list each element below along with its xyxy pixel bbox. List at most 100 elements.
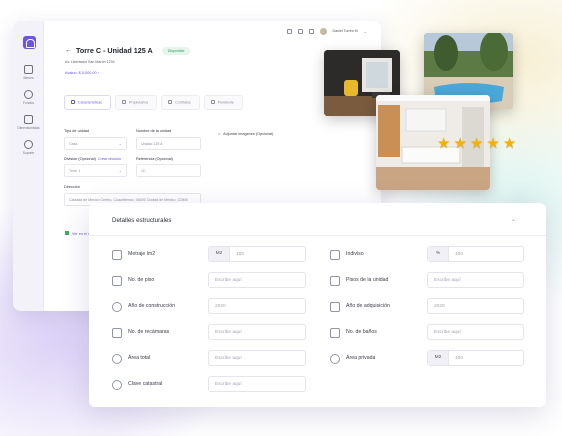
crear-division-link[interactable]: Crear división xyxy=(98,157,121,161)
tab-pendiente[interactable]: Pendiente xyxy=(203,95,243,110)
indiviso-value: 100 xyxy=(455,252,464,257)
chevron-down-icon: ⌄ xyxy=(118,141,122,146)
piso-label: No. de piso xyxy=(128,277,155,283)
page-title: Torre C - Unidad 125 A xyxy=(76,46,153,55)
chevron-right-icon: › xyxy=(97,71,99,75)
recamaras-label: No. de recámaras xyxy=(128,329,170,335)
tab-bar: Características Propietarios Contratos P… xyxy=(64,95,243,110)
area-privada-value: 100 xyxy=(455,356,464,361)
sidebar: Bienes Fondos Dimensionistas Soporte xyxy=(13,21,44,311)
divider xyxy=(89,235,546,236)
unit-label: % xyxy=(428,247,449,261)
star-icon: ★ xyxy=(486,135,500,152)
sidebar-item-label: Bienes xyxy=(23,76,34,80)
pisos-unidad-input[interactable]: Escribe aquí xyxy=(427,272,524,288)
referencia-input[interactable]: 1C xyxy=(136,164,201,177)
chevron-down-icon[interactable]: ⌄ xyxy=(511,216,516,223)
tab-caracteristicas[interactable]: Características xyxy=(64,95,111,110)
bath-icon xyxy=(330,328,340,338)
building-icon xyxy=(24,65,33,74)
attach-images[interactable]: ⌕ Adjuntar imagenes (Opcional) xyxy=(218,132,273,136)
price-text: Avaluo: $ 5,500.00 xyxy=(65,71,97,75)
floors-icon xyxy=(112,276,122,286)
direccion-label: Dirección xyxy=(64,185,80,189)
metraje-label: Metraje lm2 xyxy=(128,251,156,257)
sidebar-item-fondos[interactable]: Fondos xyxy=(13,90,44,105)
tipo-value: Casa xyxy=(69,142,78,146)
hammer-icon xyxy=(112,302,122,312)
indiviso-label: Indiviso xyxy=(346,251,364,257)
clave-label: Clave catastral xyxy=(128,381,163,387)
metraje-value: 100 xyxy=(236,252,245,257)
star-icon: ★ xyxy=(469,135,484,152)
clave-input[interactable]: Escribe aquí xyxy=(208,376,306,392)
indiviso-input[interactable]: % 100 xyxy=(427,246,524,262)
piso-input[interactable]: Escribe aquí xyxy=(208,272,306,288)
area-privada-label: Área privada xyxy=(346,355,376,361)
pisos-unidad-label: Pisos de la unidad xyxy=(346,277,389,283)
division-label: División (Opcional) Crear división xyxy=(64,157,121,161)
unit-label: M2 xyxy=(209,247,230,261)
info-icon xyxy=(71,100,75,104)
area-total-input[interactable]: Escribe aquí xyxy=(208,350,306,366)
map-icon xyxy=(65,231,69,235)
adquisicion-input[interactable]: 2020 xyxy=(427,298,524,314)
construccion-label: Año de construcción xyxy=(128,303,176,309)
rating-stars: ★ ★ ★ ★ ★ xyxy=(437,136,516,151)
tab-label: Pendiente xyxy=(217,100,234,105)
app-logo-icon xyxy=(23,36,36,49)
sidebar-item-dimensionistas[interactable]: Dimensionistas xyxy=(13,115,44,130)
tab-label: Características xyxy=(78,100,102,105)
recamaras-input[interactable]: Escribe aquí xyxy=(208,324,306,340)
attach-label: Adjuntar imagenes (Opcional) xyxy=(223,132,274,136)
house-icon xyxy=(112,354,122,364)
tab-label: Propietarios xyxy=(128,100,149,105)
tab-propietarios[interactable]: Propietarios xyxy=(114,95,158,110)
nombre-input[interactable]: Unidad 125 A xyxy=(136,137,201,150)
paperclip-icon: ⌕ xyxy=(218,132,221,136)
sidebar-item-label: Soporte xyxy=(22,151,35,155)
adquisicion-label: Año de adquisición xyxy=(346,303,390,309)
area-total-label: Área total xyxy=(128,355,151,361)
sidebar-item-label: Fondos xyxy=(23,101,34,105)
headset-icon xyxy=(24,140,33,149)
price-link[interactable]: Avaluo: $ 5,500.00 › xyxy=(65,71,99,75)
back-arrow-icon[interactable]: ← xyxy=(65,47,72,54)
banos-input[interactable]: Escribe aquí xyxy=(427,324,524,340)
construccion-input[interactable]: 2020 xyxy=(208,298,306,314)
tab-label: Contratos xyxy=(175,100,191,105)
metraje-input[interactable]: M2 100 xyxy=(208,246,306,262)
division-label-text: División (Opcional) xyxy=(64,157,96,161)
tipo-select[interactable]: Casa ⌄ xyxy=(64,137,127,150)
tab-contratos[interactable]: Contratos xyxy=(161,95,200,110)
area-privada-input[interactable]: M2 100 xyxy=(427,350,524,366)
unit-address: Av. Libertador San Martín 1234 xyxy=(65,60,115,64)
ruler-icon xyxy=(112,250,122,260)
handshake-icon xyxy=(330,302,340,312)
grid-icon xyxy=(330,250,340,260)
nombre-label: Nombre de la unidad xyxy=(136,129,172,133)
stairs-icon xyxy=(330,276,340,286)
sidebar-item-soporte[interactable]: Soporte xyxy=(13,140,44,155)
document-icon xyxy=(168,100,173,104)
tipo-label: Tipo de unidad xyxy=(64,129,89,133)
star-icon: ★ xyxy=(437,135,451,152)
sidebar-item-bienes[interactable]: Bienes xyxy=(13,65,44,80)
card-title: Detalles estructurales xyxy=(112,217,172,224)
banos-label: No. de baños xyxy=(346,329,377,335)
star-icon: ★ xyxy=(502,135,517,152)
division-select[interactable]: Torre 1 ⌄ xyxy=(64,164,127,177)
people-icon xyxy=(24,115,33,124)
star-icon: ★ xyxy=(453,135,467,152)
people-icon xyxy=(121,100,126,104)
status-badge: Disponible xyxy=(161,46,191,55)
location-icon xyxy=(330,354,340,364)
sidebar-item-label: Dimensionistas xyxy=(17,126,40,130)
clock-icon xyxy=(210,100,215,104)
chevron-down-icon: ⌄ xyxy=(118,168,122,173)
dollar-icon xyxy=(24,90,33,99)
unit-label: M2 xyxy=(428,351,449,365)
header-row: ← Torre C - Unidad 125 A Disponible xyxy=(65,46,191,55)
compass-icon xyxy=(112,380,122,390)
division-value: Torre 1 xyxy=(69,169,81,173)
